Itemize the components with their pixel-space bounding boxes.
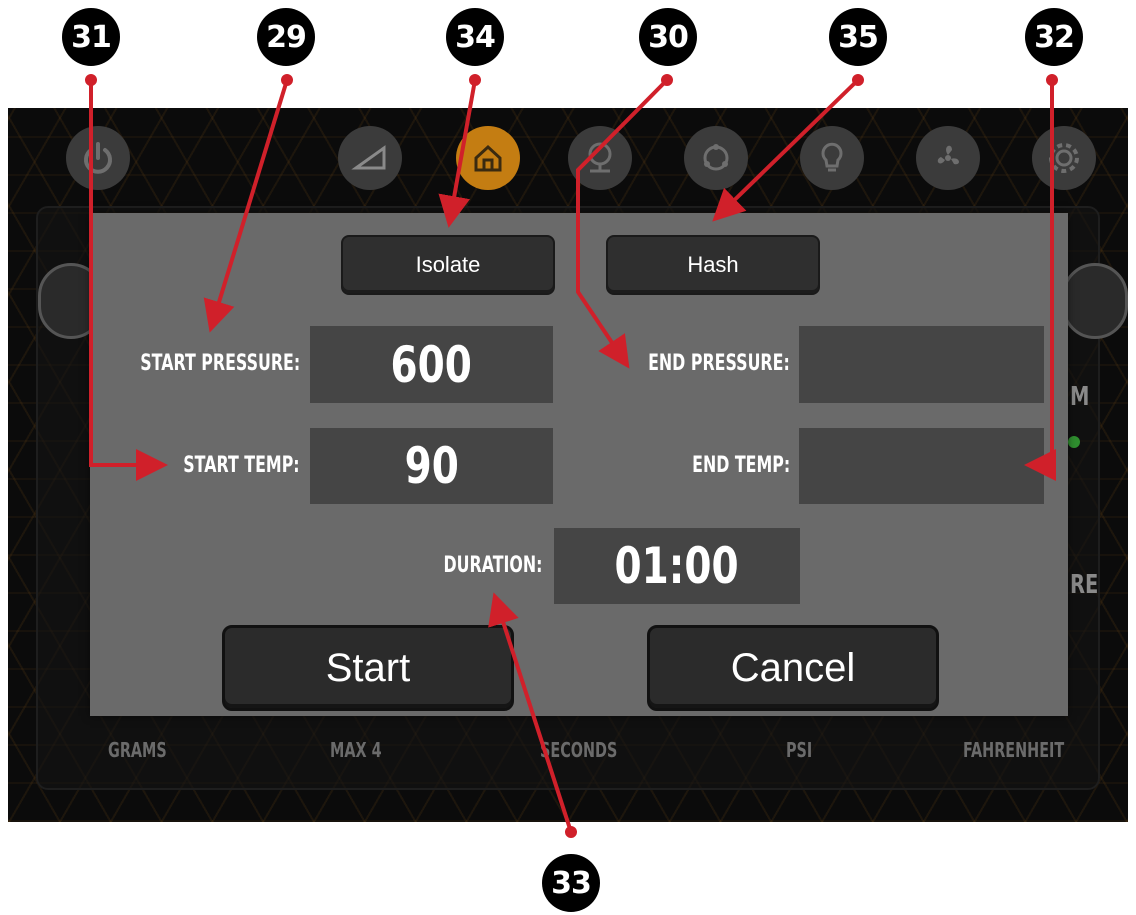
- duration-label: DURATION:: [443, 553, 542, 578]
- callout-29: 29: [257, 8, 315, 66]
- fan-icon[interactable]: [916, 126, 980, 190]
- bulb-icon[interactable]: [800, 126, 864, 190]
- end-pressure-field[interactable]: [799, 326, 1044, 403]
- callout-32: 32: [1025, 8, 1083, 66]
- callout-33: 33: [542, 854, 600, 912]
- unit-label-max: MAX 4: [330, 738, 382, 762]
- unit-label-psi: PSI: [786, 738, 813, 762]
- pump-icon[interactable]: [568, 126, 632, 190]
- arrow-dot-34: [469, 74, 481, 86]
- start-pressure-field[interactable]: 600: [310, 326, 553, 403]
- background-text-fragment: M: [1070, 382, 1090, 412]
- run-settings-dialog: Isolate Hash START PRESSURE: 600 END PRE…: [90, 213, 1068, 716]
- end-pressure-label: END PRESSURE:: [648, 351, 790, 376]
- unit-label-grams: GRAMS: [108, 738, 167, 762]
- duration-value: 01:00: [614, 537, 740, 595]
- arrow-dot-35: [852, 74, 864, 86]
- callout-30: 30: [639, 8, 697, 66]
- unit-label-fahrenheit: FAHRENHEIT: [963, 738, 1065, 762]
- home-icon[interactable]: [456, 126, 520, 190]
- arrow-dot-30: [661, 74, 673, 86]
- arrow-dot-29: [281, 74, 293, 86]
- start-temp-value: 90: [404, 437, 459, 495]
- cycle-icon[interactable]: [684, 126, 748, 190]
- power-icon[interactable]: [66, 126, 130, 190]
- start-pressure-value: 600: [390, 335, 473, 394]
- callout-35: 35: [829, 8, 887, 66]
- duration-field[interactable]: 01:00: [554, 528, 800, 604]
- start-pressure-label: START PRESSURE:: [140, 351, 300, 376]
- end-temp-label: END TEMP:: [691, 453, 790, 478]
- unit-label-seconds: SECONDS: [540, 738, 618, 762]
- arrow-dot-31: [85, 74, 97, 86]
- isolate-button[interactable]: Isolate: [341, 235, 555, 295]
- ramp-icon[interactable]: [338, 126, 402, 190]
- callout-31: 31: [62, 8, 120, 66]
- background-text-fragment: RE: [1070, 570, 1099, 600]
- arrow-dot-33: [565, 826, 577, 838]
- arrow-dot-32: [1046, 74, 1058, 86]
- gear-icon[interactable]: [1032, 126, 1096, 190]
- hash-button[interactable]: Hash: [606, 235, 820, 295]
- start-button[interactable]: Start: [222, 625, 514, 711]
- right-arrow-button[interactable]: [1062, 263, 1128, 339]
- status-dot: [1068, 436, 1080, 448]
- cancel-button[interactable]: Cancel: [647, 625, 939, 711]
- end-temp-field[interactable]: [799, 428, 1044, 504]
- start-temp-field[interactable]: 90: [310, 428, 553, 504]
- callout-34: 34: [446, 8, 504, 66]
- start-temp-label: START TEMP:: [183, 453, 300, 478]
